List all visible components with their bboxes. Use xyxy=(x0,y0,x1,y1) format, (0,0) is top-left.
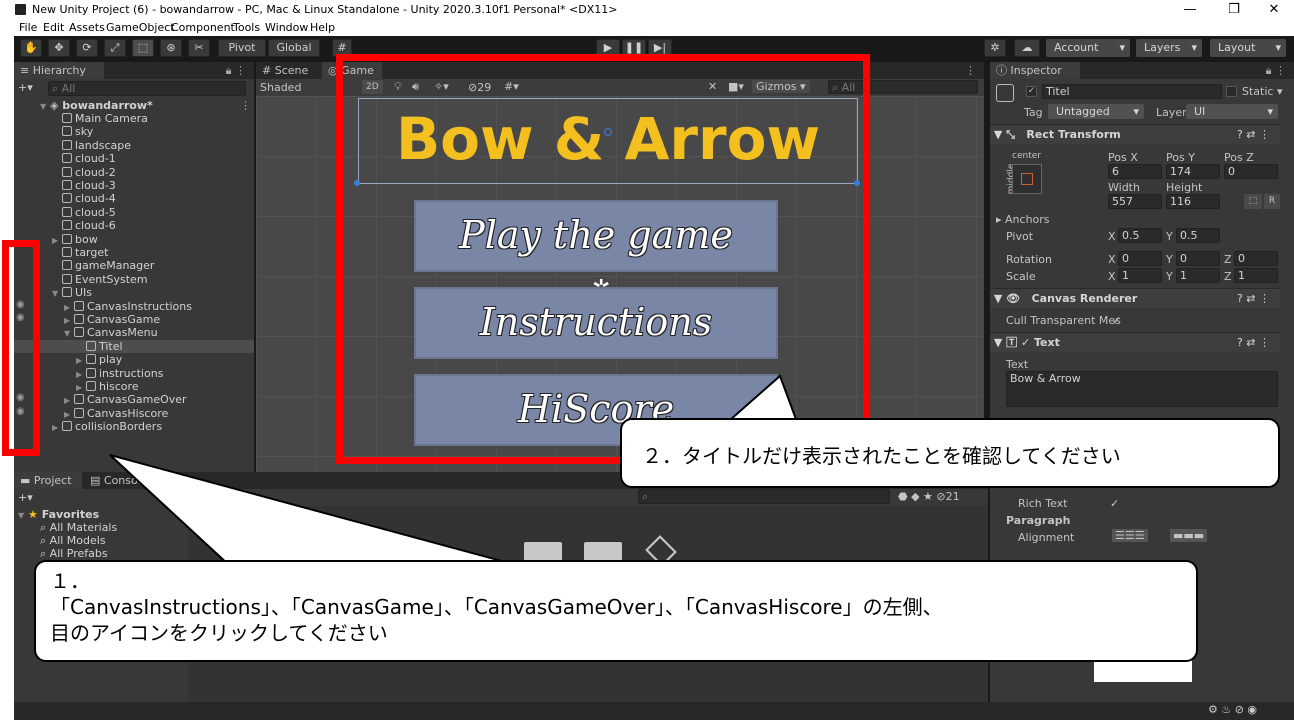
callout-step2-text: ２．タイトルだけ表示されたことを確認してください xyxy=(642,444,1121,468)
callout-step1-line1: 「CanvasInstructions」、「CanvasGame」、「Canva… xyxy=(50,595,943,619)
callout1-tail xyxy=(109,454,521,567)
callout-step1-number: １． xyxy=(50,569,90,593)
callout-step1-line2: 目のアイコンをクリックしてください xyxy=(50,621,388,645)
callout-step2: ２．タイトルだけ表示されたことを確認してください xyxy=(620,418,1280,488)
callout-step1: １． 「CanvasInstructions」、「CanvasGame」、「Ca… xyxy=(34,560,1198,662)
